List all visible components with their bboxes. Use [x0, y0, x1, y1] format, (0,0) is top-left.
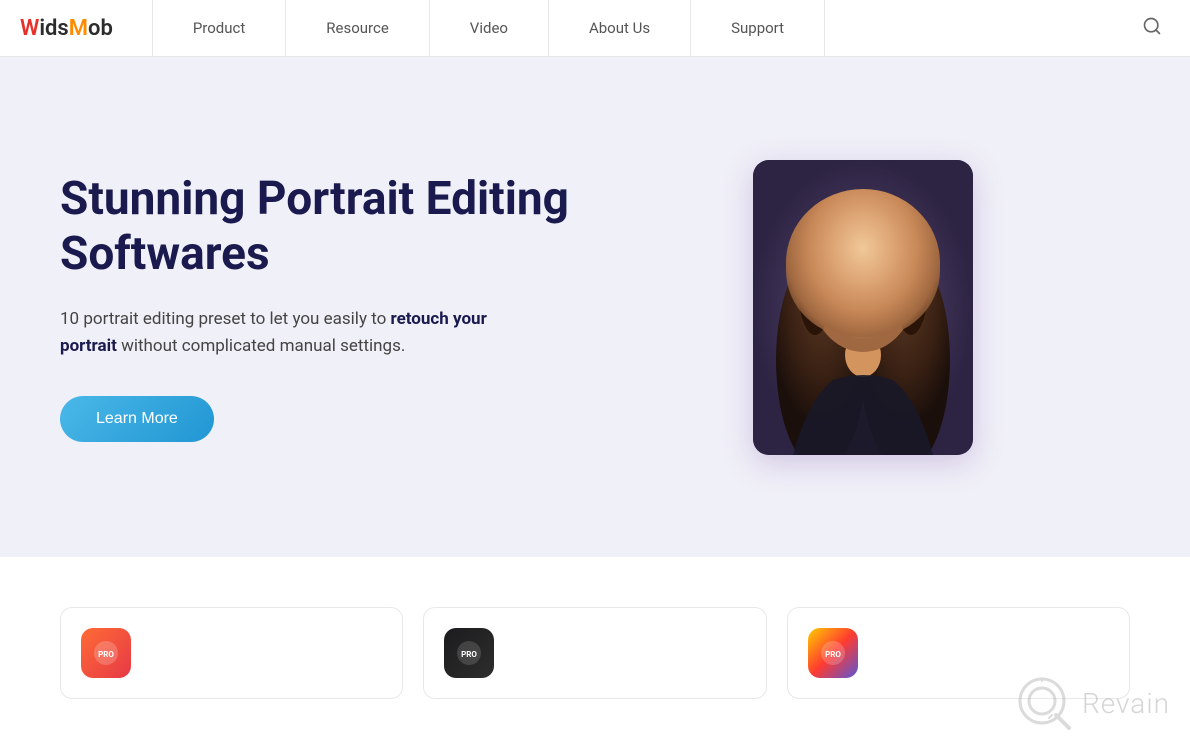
logo-ob: ob	[88, 16, 113, 41]
product-icon-3: PRO	[808, 628, 858, 678]
portrait-photo	[753, 160, 973, 455]
nav-item-resource[interactable]: Resource	[285, 0, 430, 56]
learn-more-button[interactable]: Learn More	[60, 396, 214, 442]
portrait-svg	[753, 160, 973, 455]
revain-watermark: Revain	[1014, 673, 1170, 733]
nav-item-video[interactable]: Video	[429, 0, 549, 56]
product-card-2: PRO	[423, 607, 766, 699]
search-button[interactable]	[1134, 8, 1170, 49]
svg-text:PRO: PRO	[98, 650, 114, 659]
navbar: WidsMob Product Resource Video About Us …	[0, 0, 1190, 57]
product-icon-2: PRO	[444, 628, 494, 678]
pro-badge-icon-1: PRO	[91, 638, 121, 668]
hero-image-area	[595, 160, 1130, 455]
revain-logo-icon	[1014, 673, 1074, 733]
revain-text: Revain	[1082, 687, 1170, 720]
logo-w: W	[20, 16, 39, 41]
product-card-1: PRO	[60, 607, 403, 699]
product-cards: PRO PRO PRO	[60, 607, 1130, 699]
svg-text:PRO: PRO	[461, 650, 477, 659]
pro-badge-icon-3: PRO	[818, 638, 848, 668]
hero-content: Stunning Portrait Editing Softwares 10 p…	[60, 172, 595, 443]
product-icon-1: PRO	[81, 628, 131, 678]
hero-description: 10 portrait editing preset to let you ea…	[60, 306, 540, 360]
bottom-section: PRO PRO PRO	[0, 557, 1190, 753]
logo-ids: ids	[39, 16, 68, 41]
pro-badge-icon-2: PRO	[454, 638, 484, 668]
nav-item-about-us[interactable]: About Us	[548, 0, 691, 56]
nav-item-product[interactable]: Product	[152, 0, 286, 56]
hero-title: Stunning Portrait Editing Softwares	[60, 172, 595, 282]
logo[interactable]: WidsMob	[20, 16, 113, 41]
hero-section: Stunning Portrait Editing Softwares 10 p…	[0, 57, 1190, 557]
search-icon	[1142, 16, 1162, 36]
logo-m: M	[69, 16, 88, 41]
nav-item-support[interactable]: Support	[690, 0, 825, 56]
nav-menu: Product Resource Video About Us Support	[153, 0, 1134, 56]
svg-text:PRO: PRO	[825, 650, 841, 659]
